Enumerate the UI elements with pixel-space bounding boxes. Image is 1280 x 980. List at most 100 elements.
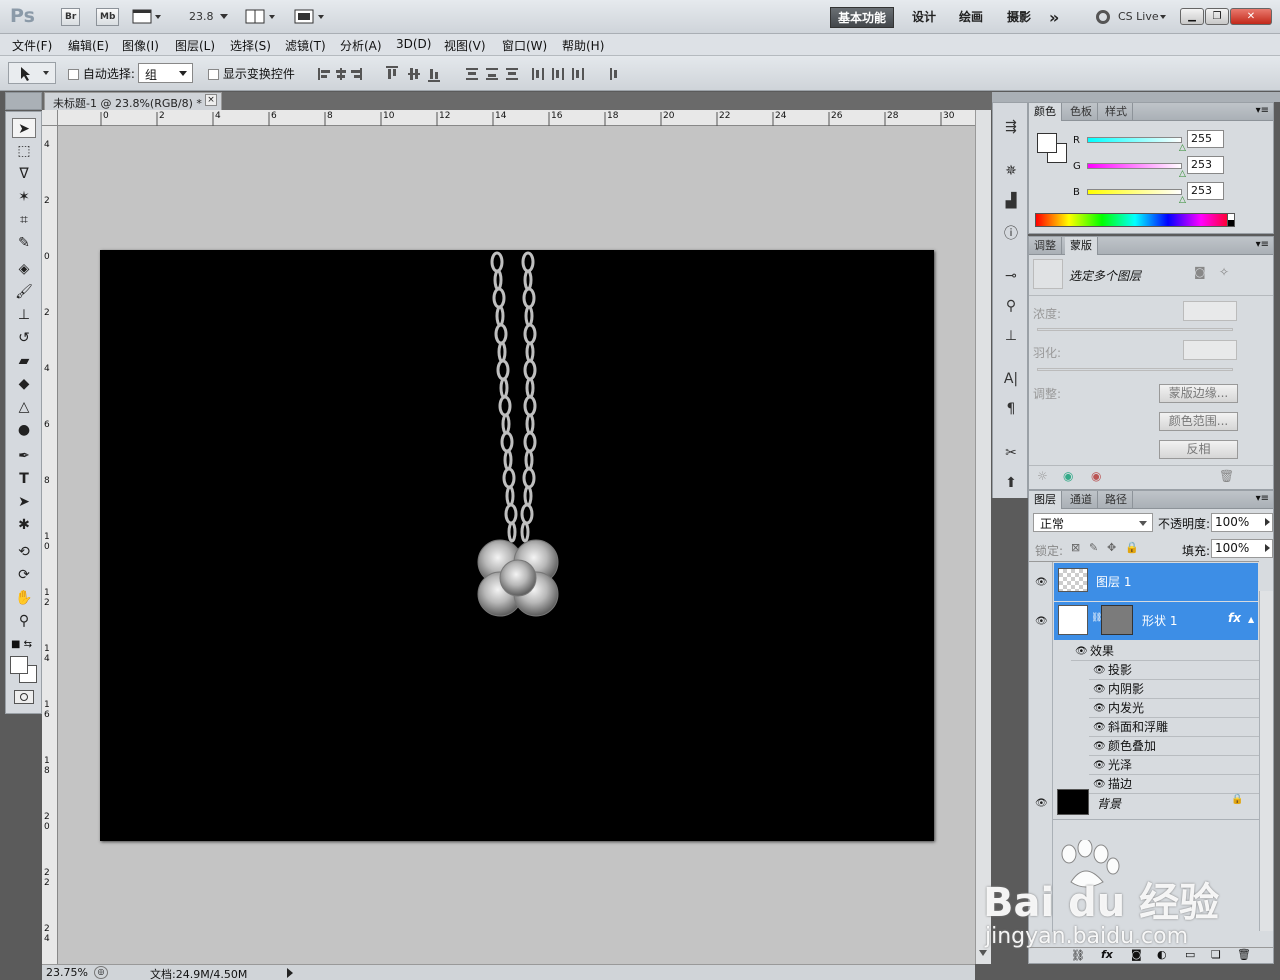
- r-slider[interactable]: [1087, 137, 1182, 143]
- color-spectrum-bar[interactable]: [1035, 213, 1235, 227]
- close-document-button[interactable]: ×: [205, 94, 217, 106]
- density-input[interactable]: [1183, 301, 1237, 321]
- effect-row[interactable]: 👁 内发光: [1089, 699, 1259, 718]
- 3d-panel-icon[interactable]: ⬆: [1001, 475, 1021, 493]
- lock-transparent-icon[interactable]: ⊠: [1071, 541, 1080, 554]
- swap-colors-icon[interactable]: ■ ⇆: [11, 639, 37, 651]
- panel-menu-icon[interactable]: ▾≡: [1256, 239, 1269, 250]
- workspace-painting[interactable]: 绘画: [952, 7, 990, 28]
- lock-position-icon[interactable]: ✥: [1107, 541, 1116, 554]
- move-tool[interactable]: ➤: [12, 118, 36, 138]
- load-selection-icon[interactable]: ☼: [1037, 469, 1048, 483]
- 3d-orbit-tool[interactable]: ⟳: [12, 565, 36, 585]
- vertical-ruler[interactable]: 4 2 0 2 4 6 8 1 0 1 2 1 4 1 6 1 8 2 0 2 …: [42, 126, 58, 964]
- tab-adjustments[interactable]: 调整: [1029, 237, 1062, 255]
- mini-bridge-button[interactable]: Mb: [96, 8, 120, 26]
- tab-masks[interactable]: 蒙版: [1065, 237, 1098, 255]
- restore-button[interactable]: ❐: [1205, 8, 1229, 25]
- zoom-dropdown-icon[interactable]: [220, 14, 228, 19]
- zoom-level[interactable]: 23.8: [189, 10, 214, 23]
- tab-swatches[interactable]: 色板: [1065, 103, 1098, 121]
- pen-tool[interactable]: ✒: [12, 446, 36, 466]
- menu-window[interactable]: 窗口(W): [502, 37, 547, 54]
- screen-mode-button[interactable]: [294, 9, 328, 24]
- path-selection-tool[interactable]: ➤: [12, 492, 36, 512]
- show-transform-checkbox[interactable]: [208, 69, 219, 80]
- crop-tool[interactable]: ⌗: [12, 210, 36, 230]
- lasso-tool[interactable]: ᐁ: [12, 164, 36, 184]
- eyedropper-tool[interactable]: ✎: [12, 233, 36, 253]
- auto-select-dropdown[interactable]: 组: [138, 63, 193, 83]
- effect-row[interactable]: 👁 光泽: [1089, 756, 1259, 775]
- tool-preset-picker[interactable]: [8, 62, 56, 84]
- canvas-vertical-scrollbar[interactable]: [975, 110, 991, 964]
- tab-channels[interactable]: 通道: [1065, 491, 1098, 509]
- quick-mask-button[interactable]: [14, 690, 34, 704]
- quick-selection-tool[interactable]: ✶: [12, 187, 36, 207]
- layer-visibility-eye-icon[interactable]: 👁: [1035, 577, 1049, 588]
- bridge-button[interactable]: Br: [61, 8, 81, 26]
- more-workspaces-icon[interactable]: »: [1042, 7, 1066, 28]
- lock-all-icon[interactable]: 🔒: [1125, 541, 1139, 554]
- tab-layers[interactable]: 图层: [1029, 491, 1062, 509]
- b-slider[interactable]: [1087, 189, 1182, 195]
- collapse-effects-icon[interactable]: ▲: [1248, 615, 1254, 624]
- blur-tool[interactable]: △: [12, 397, 36, 417]
- info-panel-icon[interactable]: ⓘ: [1001, 223, 1021, 242]
- lock-image-icon[interactable]: ✎: [1089, 541, 1098, 554]
- tools-3d-icon[interactable]: ✂: [1001, 445, 1021, 463]
- layer-row-background[interactable]: 背景 🔒: [1053, 786, 1259, 820]
- effect-row[interactable]: 👁 内阴影: [1089, 680, 1259, 699]
- fill-input[interactable]: 100%: [1211, 539, 1273, 558]
- marquee-tool[interactable]: ⬚: [12, 141, 36, 161]
- effect-row[interactable]: 👁 颜色叠加: [1089, 737, 1259, 756]
- document-tab[interactable]: 未标题-1 @ 23.8%(RGB/8) * ×: [44, 92, 222, 110]
- tab-paths[interactable]: 路径: [1100, 491, 1133, 509]
- type-tool[interactable]: T: [12, 469, 36, 489]
- horizontal-ruler[interactable]: 0 2 4 6 8 10 12 14 16 18 20 22 24 26 28 …: [58, 110, 975, 126]
- navigator-panel-icon[interactable]: ✵: [1001, 163, 1021, 181]
- menu-edit[interactable]: 编辑(E): [68, 37, 109, 54]
- panel-menu-icon[interactable]: ▾≡: [1256, 105, 1269, 116]
- feather-input[interactable]: [1183, 340, 1237, 360]
- effect-visibility-eye-icon[interactable]: 👁: [1093, 680, 1106, 699]
- b-value-input[interactable]: 253: [1187, 182, 1224, 200]
- blend-mode-dropdown[interactable]: 正常: [1033, 513, 1153, 532]
- paragraph-panel-icon[interactable]: ¶: [1001, 401, 1021, 419]
- menu-filter[interactable]: 滤镜(T): [285, 37, 326, 54]
- status-menu-icon[interactable]: [287, 968, 293, 978]
- close-window-button[interactable]: ✕: [1230, 8, 1272, 25]
- mask-edge-button[interactable]: 蒙版边缘...: [1159, 384, 1238, 403]
- paint-bucket-tool[interactable]: ◆: [12, 374, 36, 394]
- fill-slider-icon[interactable]: [1265, 544, 1270, 552]
- opacity-input[interactable]: 100%: [1211, 513, 1273, 532]
- delete-mask-icon[interactable]: 🗑: [1219, 469, 1234, 483]
- document-canvas[interactable]: [100, 250, 934, 841]
- effect-row[interactable]: 👁 斜面和浮雕: [1089, 718, 1259, 737]
- ruler-origin[interactable]: [42, 110, 58, 126]
- workspace-photography[interactable]: 摄影: [1000, 7, 1038, 28]
- zoom-tool[interactable]: ⚲: [12, 611, 36, 631]
- disable-mask-icon[interactable]: ◉: [1091, 469, 1101, 483]
- align-buttons-icon[interactable]: [318, 66, 618, 82]
- effect-visibility-eye-icon[interactable]: 👁: [1093, 699, 1106, 718]
- menu-view[interactable]: 视图(V): [444, 37, 486, 54]
- auto-select-checkbox[interactable]: [68, 69, 79, 80]
- history-brush-tool[interactable]: ↺: [12, 328, 36, 348]
- pixel-mask-icon[interactable]: ◙: [1194, 265, 1206, 279]
- effect-visibility-eye-icon[interactable]: 👁: [1093, 737, 1106, 756]
- menu-3d[interactable]: 3D(D): [396, 37, 431, 51]
- effect-visibility-eye-icon[interactable]: 👁: [1093, 661, 1106, 680]
- healing-brush-tool[interactable]: ◈: [12, 259, 36, 279]
- foreground-color-swatch[interactable]: [10, 656, 28, 674]
- dodge-tool[interactable]: ●: [12, 420, 36, 440]
- workspace-essentials[interactable]: 基本功能: [830, 7, 895, 28]
- layer-row-shape1[interactable]: ⛓ 形状 1 fx ▲: [1054, 602, 1258, 640]
- feather-slider[interactable]: [1037, 368, 1233, 371]
- workspace-design[interactable]: 设计: [905, 7, 943, 28]
- histogram-panel-icon[interactable]: ▟: [1001, 193, 1021, 211]
- view-extras-button[interactable]: [132, 9, 162, 24]
- menu-file[interactable]: 文件(F): [12, 37, 52, 54]
- brush-tool[interactable]: 🖌: [12, 282, 36, 302]
- character-panel-icon[interactable]: A|: [1001, 371, 1021, 389]
